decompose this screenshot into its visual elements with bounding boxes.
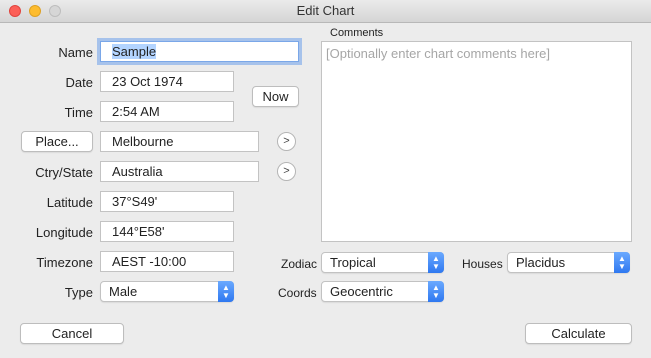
comments-label: Comments <box>330 27 384 39</box>
timezone-field[interactable]: AEST -10:00 <box>100 251 234 272</box>
window-title: Edit Chart <box>296 3 355 18</box>
longitude-label: Longitude <box>35 225 93 240</box>
houses-value: Placidus <box>516 255 566 270</box>
type-value: Male <box>109 284 138 299</box>
chevron-updown-icon: ▲ ▼ <box>428 252 444 273</box>
place-button[interactable]: Place... <box>21 131 93 152</box>
latitude-label: Latitude <box>46 195 93 210</box>
comments-textarea[interactable]: [Optionally enter chart comments here] <box>321 41 632 242</box>
country-label: Ctry/State <box>35 165 93 180</box>
zodiac-select[interactable]: Tropical ▲ ▼ <box>321 252 444 273</box>
comments-placeholder: [Optionally enter chart comments here] <box>326 46 550 61</box>
zodiac-value: Tropical <box>330 255 376 270</box>
latitude-field[interactable]: 37°S49' <box>100 191 234 212</box>
houses-label: Houses <box>462 257 503 271</box>
now-button[interactable]: Now <box>252 86 299 107</box>
country-lookup-button[interactable]: > <box>277 162 296 181</box>
houses-select[interactable]: Placidus ▲ ▼ <box>507 252 630 273</box>
coords-label: Coords <box>278 286 317 300</box>
time-field[interactable]: 2:54 AM <box>100 101 234 122</box>
country-field[interactable]: Australia <box>100 161 259 182</box>
name-value: Sample <box>112 44 157 59</box>
calculate-button[interactable]: Calculate <box>525 323 632 344</box>
chevron-updown-icon: ▲ ▼ <box>428 281 444 302</box>
longitude-field[interactable]: 144°E58' <box>100 221 234 242</box>
coords-select[interactable]: Geocentric ▲ ▼ <box>321 281 444 302</box>
place-field[interactable]: Melbourne <box>100 131 259 152</box>
chevron-updown-icon: ▲ ▼ <box>614 252 630 273</box>
cancel-button[interactable]: Cancel <box>20 323 124 344</box>
type-select[interactable]: Male ▲ ▼ <box>100 281 234 302</box>
title-bar[interactable]: Edit Chart <box>0 0 651 23</box>
place-lookup-button[interactable]: > <box>277 132 296 151</box>
timezone-label: Timezone <box>36 255 93 270</box>
date-label: Date <box>65 75 93 90</box>
date-field[interactable]: 23 Oct 1974 <box>100 71 234 92</box>
type-label: Type <box>64 285 93 300</box>
name-field[interactable]: Sample <box>100 41 299 62</box>
chevron-right-icon: > <box>283 135 290 147</box>
time-label: Time <box>64 105 93 120</box>
coords-value: Geocentric <box>330 284 393 299</box>
name-label: Name <box>58 45 93 60</box>
chevron-updown-icon: ▲ ▼ <box>218 281 234 302</box>
chevron-right-icon: > <box>283 165 290 177</box>
zodiac-label: Zodiac <box>281 257 318 271</box>
